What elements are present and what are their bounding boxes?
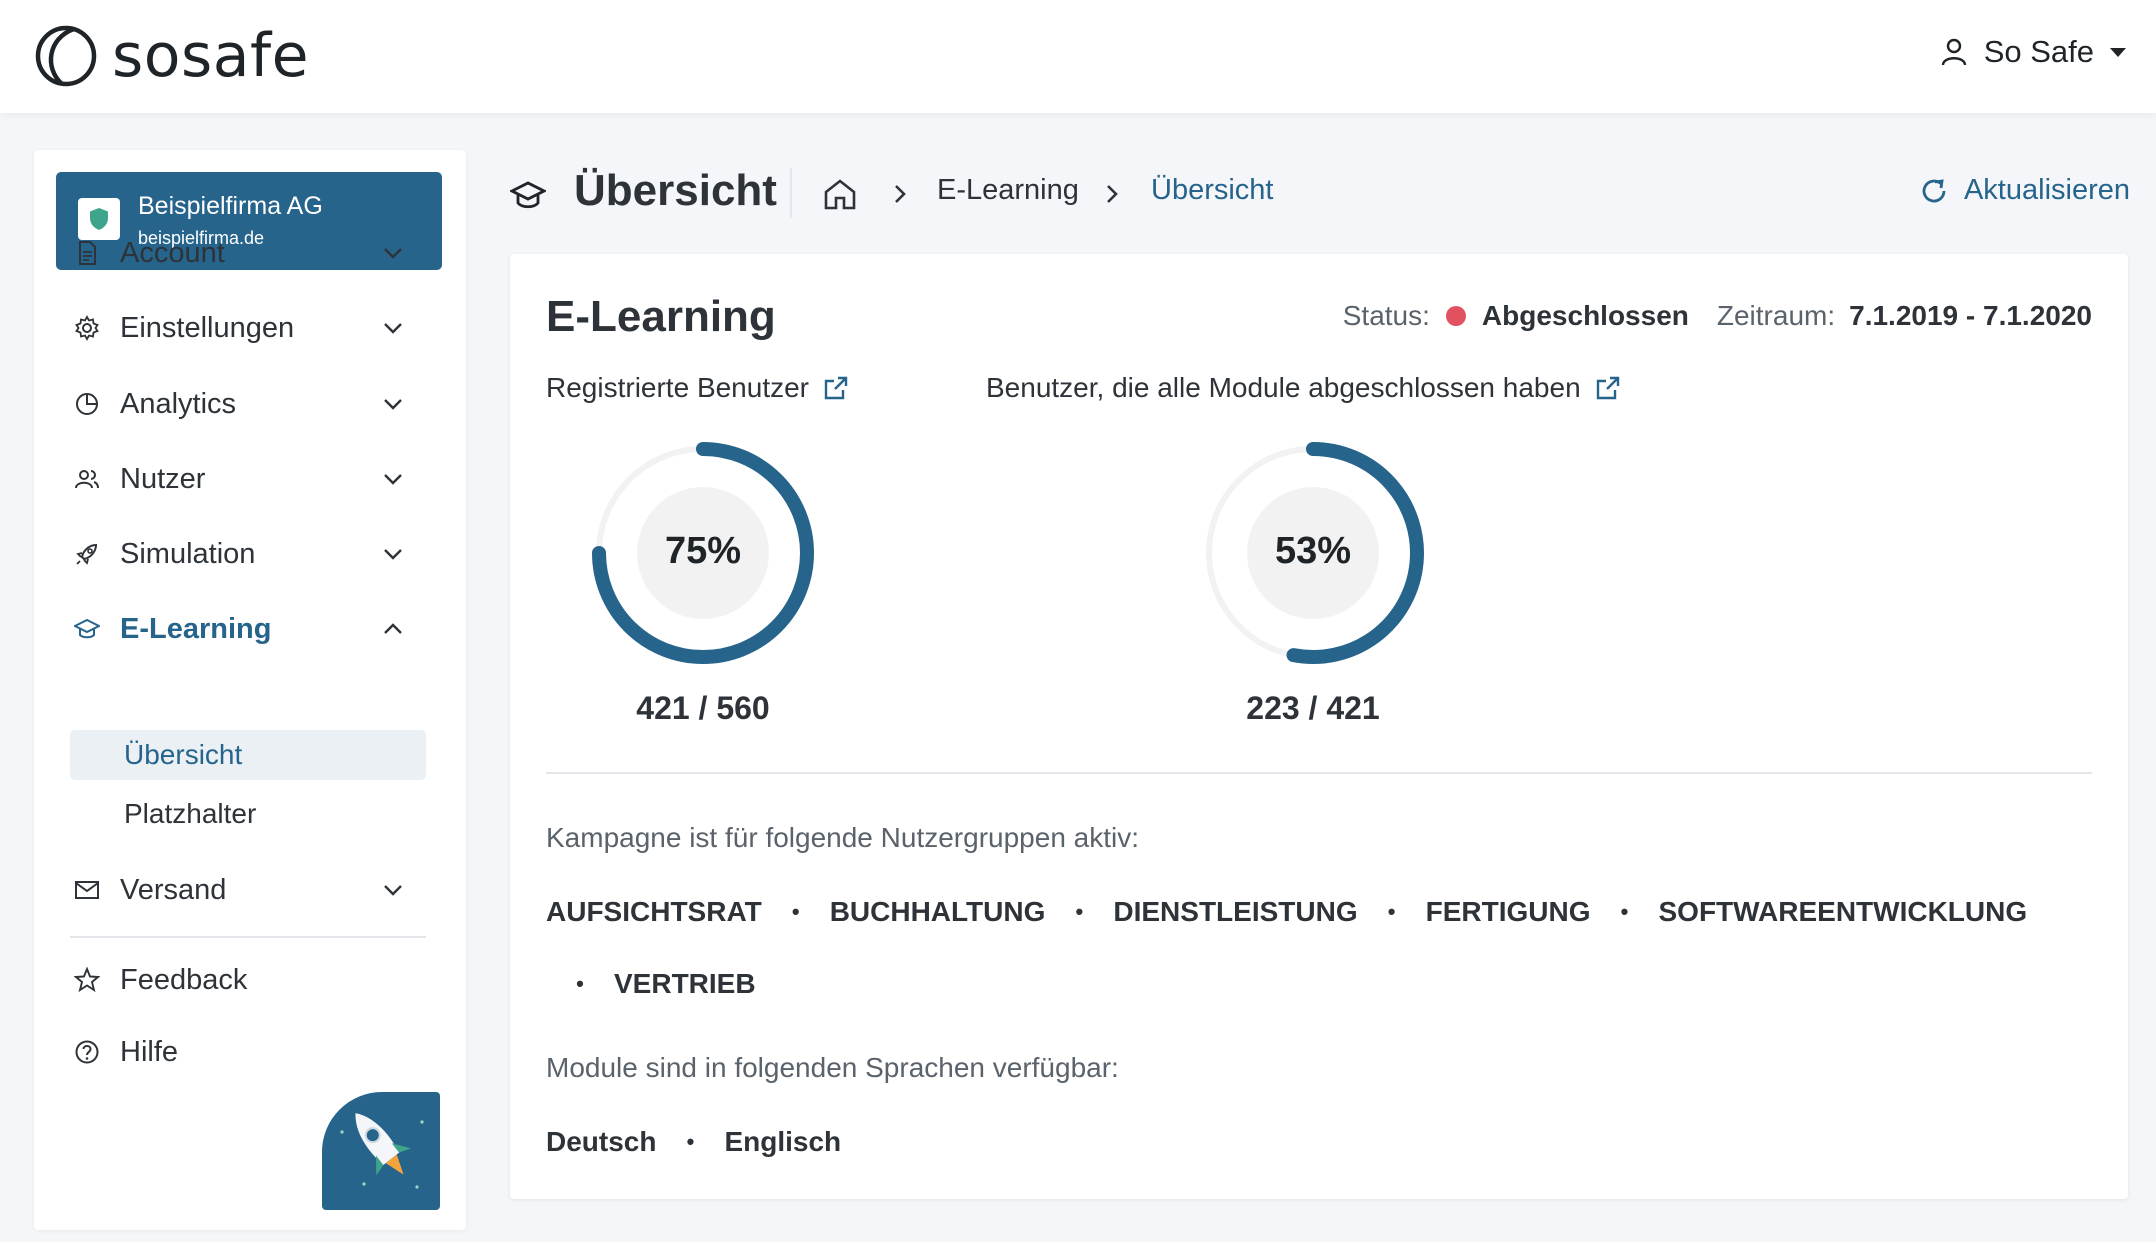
metric-label-text: Benutzer, die alle Module abgeschlossen … [986,372,1581,403]
user-group-tag: AUFSICHTSRAT [546,896,762,927]
sidebar-item-account[interactable]: Account [74,228,454,278]
chevron-down-icon [384,248,402,259]
header-separator [790,168,792,218]
sidebar-item-label: Feedback [120,963,248,996]
rocket-illustration [322,1092,440,1210]
sidebar-item-label: Nutzer [120,462,206,495]
document-icon [74,240,100,266]
gauge-percent: 53% [1274,530,1352,572]
languages-label: Module sind in folgenden Sprachen verfüg… [546,1052,1119,1083]
status-bar: Status: Abgeschlossen Zeitraum: 7.1.2019… [1343,300,2092,332]
sidebar-item-label: Einstellungen [120,311,295,344]
user-group-tag: SOFTWAREENTWICKLUNG [1658,896,2028,927]
graduation-cap-icon [510,181,546,209]
rocket-icon [74,541,100,567]
user-icon [1941,38,1966,66]
external-link-icon[interactable] [1595,375,1621,401]
mail-icon [74,877,100,903]
period-label: Zeitraum: [1716,300,1836,331]
card-divider [546,772,2092,774]
bullet-separator: • [1075,899,1084,924]
bullet-separator: • [686,1129,695,1154]
sidebar-item-simulation[interactable]: Simulation [74,529,454,579]
sidebar-item-label: E-Learning [120,612,272,645]
home-icon[interactable] [822,176,858,212]
sidebar-item-label: Versand [120,873,227,906]
bullet-separator: • [791,899,800,924]
sidebar-item-versand[interactable]: Versand [74,865,454,915]
sidebar-item-feedback[interactable]: Feedback [74,955,454,1005]
users-icon [74,466,100,492]
groups-label: Kampagne ist für folgende Nutzergruppen … [546,822,1140,853]
bullet-separator: • [1387,899,1396,924]
refresh-icon [1922,178,1946,202]
status-label: Status: [1342,300,1430,331]
elearning-card: E-Learning Status: Abgeschlossen Zeitrau… [510,254,2128,1199]
graduation-cap-icon [74,616,100,642]
gauge-count: 421 / 560 [636,690,770,726]
external-link-icon[interactable] [823,375,849,401]
top-bar: sosafe So Safe [0,0,2156,113]
card-title: E-Learning [546,292,776,341]
sidebar-item-elearning[interactable]: E-Learning [74,604,454,654]
user-name: So Safe [1983,34,2094,69]
metric-label-text: Registrierte Benutzer [546,372,810,403]
chevron-down-icon [384,474,402,485]
gauge-count: 223 / 421 [1246,690,1380,726]
user-menu[interactable]: So Safe [1938,34,2126,70]
bullet-separator: • [576,971,584,996]
sidebar-item-label: Analytics [120,387,237,420]
sidebar: Beispielfirma AG beispielfirma.de Accoun… [34,150,466,1230]
chevron-down-icon [384,885,402,896]
refresh-label: Aktualisieren [1963,174,2130,206]
user-group-tag: VERTRIEB [614,968,756,999]
logo-mark-icon [35,25,97,87]
sidebar-divider [70,936,426,938]
caret-down-icon [2110,47,2126,57]
sidebar-item-analytics[interactable]: Analytics [74,379,454,429]
chevron-up-icon [384,623,402,634]
status-value: Abgeschlossen [1481,300,1689,331]
language-tag: Englisch [724,1126,842,1157]
logo-text: sosafe [112,21,310,91]
breadcrumb-uebersicht[interactable]: Übersicht [1151,174,1274,207]
pie-chart-icon [74,391,100,417]
sidebar-item-hilfe[interactable]: Hilfe [74,1027,454,1077]
sidebar-item-einstellungen[interactable]: Einstellungen [74,303,454,353]
chevron-down-icon [384,399,402,410]
bullet-separator: • [1620,899,1629,924]
groups-list: AUFSICHTSRAT • BUCHHALTUNG • DIENSTLEISTUNG •… [546,876,2092,1020]
chevron-down-icon [384,549,402,560]
gear-icon [74,315,100,341]
chevron-right-icon [1107,185,1118,203]
metric-label-completed: Benutzer, die alle Module abgeschlossen … [986,372,1621,404]
page-header: Übersicht E-Learning Übersicht Aktualisi… [510,160,2130,228]
sidebar-item-label: Simulation [120,537,256,570]
gauge-percent: 75% [664,530,742,572]
period-value: 7.1.2019 - 7.1.2020 [1849,300,2092,331]
metric-label-registered: Registrierte Benutzer [546,372,849,404]
company-name: Beispielfirma AG [138,192,323,220]
status-dot [1445,306,1466,326]
sidebar-item-label: Hilfe [120,1035,179,1068]
user-group-tag: FERTIGUNG [1425,896,1591,927]
help-icon [74,1039,100,1065]
sidebar-item-nutzer[interactable]: Nutzer [74,454,454,504]
breadcrumb-elearning[interactable]: E-Learning [937,174,1079,207]
language-tag: Deutsch [546,1126,657,1157]
chevron-down-icon [384,323,402,334]
page-title: Übersicht [574,166,777,215]
chevron-right-icon [895,185,906,203]
star-icon [74,967,100,993]
user-group-tag: DIENSTLEISTUNG [1113,896,1358,927]
languages-list: Deutsch • Englisch [546,1106,2092,1178]
sidebar-subitem-platzhalter[interactable]: Platzhalter [70,789,426,839]
sidebar-item-label: Account [120,236,225,269]
refresh-button[interactable]: Aktualisieren [1918,174,2130,207]
sosafe-logo[interactable]: sosafe [34,20,309,92]
sidebar-subitem-uebersicht[interactable]: Übersicht [70,730,426,780]
user-group-tag: BUCHHALTUNG [829,896,1046,927]
